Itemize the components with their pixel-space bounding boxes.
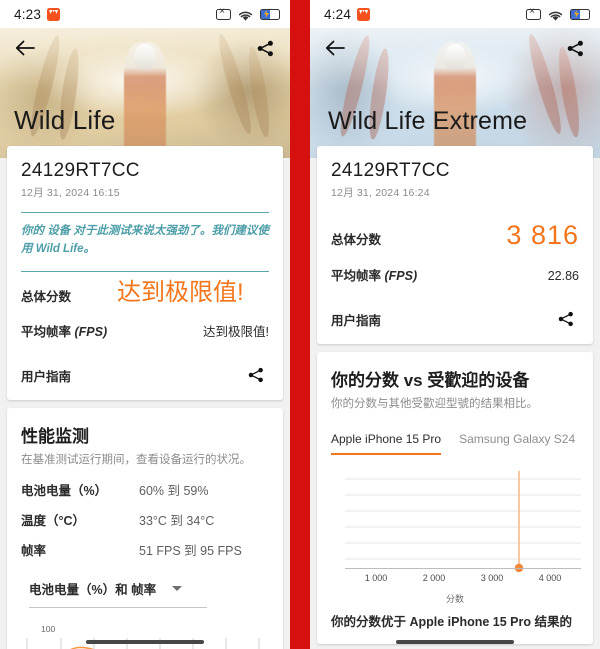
mini-chart-y-label: 100 — [41, 623, 56, 634]
notice-divider-top — [21, 212, 269, 214]
chevron-down-icon — [172, 585, 183, 591]
overall-score-row: 总体分数 达到极限值! — [21, 279, 269, 306]
average-fps-label: 平均帧率 (FPS) — [21, 325, 108, 340]
right-hero-toolbar — [310, 28, 600, 68]
overall-score-label: 总体分数 — [331, 233, 382, 247]
perf-row-framerate: 帧率 51 FPS 到 95 FPS — [21, 540, 269, 559]
right-hero-banner: Wild Life Extreme — [310, 28, 600, 158]
perf-value: 33°C 到 34°C — [139, 513, 215, 528]
user-guide-label: 用户指南 — [331, 313, 382, 328]
tab-apple-iphone-15-pro[interactable]: Apple iPhone 15 Pro — [331, 432, 442, 456]
device-name: 24129RT7CC — [21, 160, 140, 181]
status-clock: 4:23 — [14, 6, 42, 22]
comparison-caption: 你的分数优于 Apple iPhone 15 Pro 结果的 — [331, 615, 572, 630]
dropdown-underline — [29, 606, 207, 608]
result-timestamp: 12月 31, 2024 16:24 — [331, 187, 430, 199]
average-fps-label: 平均帧率 (FPS) — [331, 269, 418, 283]
user-guide-row[interactable]: 用户指南 — [21, 362, 269, 388]
perf-title: 性能监测 — [21, 427, 89, 447]
perf-key: 帧率 — [21, 543, 47, 558]
overall-score-row: 总体分数 3 816 — [331, 222, 579, 249]
left-hero-toolbar — [0, 28, 290, 68]
device-comparison-tabs: Apple iPhone 15 Pro Samsung Galaxy S24 (… — [331, 432, 579, 456]
too-powerful-notice: 你的 设备 对于此测试来说太强劲了。我们建议使用 Wild Life。 — [21, 225, 269, 256]
comparison-subtitle: 你的分数与其他受歡迎型號的结果相比。 — [331, 398, 538, 410]
share-icon[interactable] — [553, 306, 579, 332]
overall-score-value: 3 816 — [506, 220, 579, 250]
left-nav-gesture-bar[interactable] — [86, 640, 204, 644]
x-tick-4000: 4 000 — [539, 573, 562, 583]
average-fps-row: 平均帧率 (FPS) 22.86 — [331, 265, 579, 284]
right-nav-gesture-bar[interactable] — [396, 640, 514, 644]
back-arrow-icon[interactable] — [322, 35, 348, 61]
performance-mini-chart: 100 — [21, 622, 269, 649]
chart-x-axis-label: 分数 — [445, 594, 464, 605]
x-tick-2000: 2 000 — [423, 573, 446, 583]
perf-value: 60% 到 59% — [139, 483, 209, 498]
app-icon — [357, 7, 371, 21]
score-comparison-card: 你的分数 vs 受歡迎的设备 你的分数与其他受歡迎型號的结果相比。 Apple … — [317, 352, 593, 644]
vibrate-off-icon — [526, 6, 541, 20]
app-icon — [47, 7, 61, 21]
wifi-icon — [238, 9, 253, 21]
share-icon[interactable] — [243, 362, 269, 388]
status-left-group: 4:23 — [14, 6, 61, 22]
user-guide-row[interactable]: 用户指南 — [331, 306, 579, 332]
vibrate-off-icon — [216, 6, 231, 20]
score-distribution-chart: 1 000 2 000 3 000 4 000 分数 — [331, 469, 582, 605]
average-fps-value: 22.86 — [547, 269, 579, 283]
left-result-card: 24129RT7CC 12月 31, 2024 16:15 你的 设备 对于此测… — [7, 146, 283, 401]
average-fps-row: 平均帧率 (FPS) 达到极限值! — [21, 321, 269, 340]
right-phone-screen: 4:24 × Wild Life Extreme 24129RT7CC 12月 … — [310, 0, 600, 649]
x-tick-1000: 1 000 — [365, 573, 388, 583]
right-status-bar: 4:24 — [310, 0, 600, 28]
overall-score-label: 总体分数 — [21, 290, 72, 305]
left-phone-screen: 4:23 × Wild Life 24129RT7CC 12月 31, 2024… — [0, 0, 290, 649]
histogram-outline — [344, 480, 582, 569]
battery-charging-icon — [260, 8, 280, 20]
metric-selector-label: 电池电量（%）和 帧率 — [29, 582, 157, 597]
perf-key: 电池电量（%） — [21, 483, 108, 498]
perf-row-temperature: 温度（°C） 33°C 到 34°C — [21, 510, 269, 529]
share-icon[interactable] — [562, 35, 588, 61]
battery-charging-icon — [570, 8, 590, 20]
left-hero-banner: Wild Life — [0, 28, 290, 158]
back-arrow-icon[interactable] — [12, 35, 38, 61]
right-benchmark-title: Wild Life Extreme — [328, 107, 528, 135]
perf-value: 51 FPS 到 95 FPS — [139, 543, 242, 558]
result-timestamp: 12月 31, 2024 16:15 — [21, 187, 120, 199]
wifi-icon — [548, 9, 563, 21]
perf-key: 温度（°C） — [21, 513, 86, 528]
left-content: 24129RT7CC 12月 31, 2024 16:15 你的 设备 对于此测… — [0, 146, 290, 649]
status-right-group — [216, 6, 280, 21]
status-clock: 4:24 — [324, 6, 352, 22]
device-name: 24129RT7CC — [331, 160, 450, 181]
metric-selector-dropdown[interactable]: 电池电量（%）和 帧率 — [29, 579, 269, 608]
perf-subtitle: 在基准测试运行期间，查看设备运行的状况。 — [21, 454, 251, 467]
performance-monitor-card: 性能监测 在基准测试运行期间，查看设备运行的状况。 电池电量（%） 60% 到 … — [7, 408, 283, 649]
overall-score-value: 达到极限值! — [117, 279, 244, 307]
tab-samsung-galaxy-s24[interactable]: Samsung Galaxy S24 (Ex — [459, 432, 579, 455]
x-tick-3000: 3 000 — [481, 573, 504, 583]
histogram-svg: 1 000 2 000 3 000 4 000 — [344, 471, 582, 583]
right-content: 24129RT7CC 12月 31, 2024 16:24 总体分数 3 816… — [310, 146, 600, 644]
status-left-group: 4:24 — [324, 6, 371, 22]
dual-screenshot-comparison: 4:23 × Wild Life 24129RT7CC 12月 31, 2024… — [0, 0, 600, 649]
right-result-card: 24129RT7CC 12月 31, 2024 16:24 总体分数 3 816… — [317, 146, 593, 344]
left-status-bar: 4:23 — [0, 0, 290, 28]
user-guide-label: 用户指南 — [21, 369, 72, 384]
average-fps-value: 达到极限值! — [203, 325, 269, 340]
perf-row-battery: 电池电量（%） 60% 到 59% — [21, 480, 269, 499]
mini-chart-svg — [26, 637, 260, 649]
status-right-group — [526, 6, 590, 21]
left-benchmark-title: Wild Life — [14, 105, 116, 135]
screenshot-separator — [290, 0, 310, 649]
comparison-title: 你的分数 vs 受歡迎的设备 — [331, 371, 530, 390]
share-icon[interactable] — [252, 35, 278, 61]
